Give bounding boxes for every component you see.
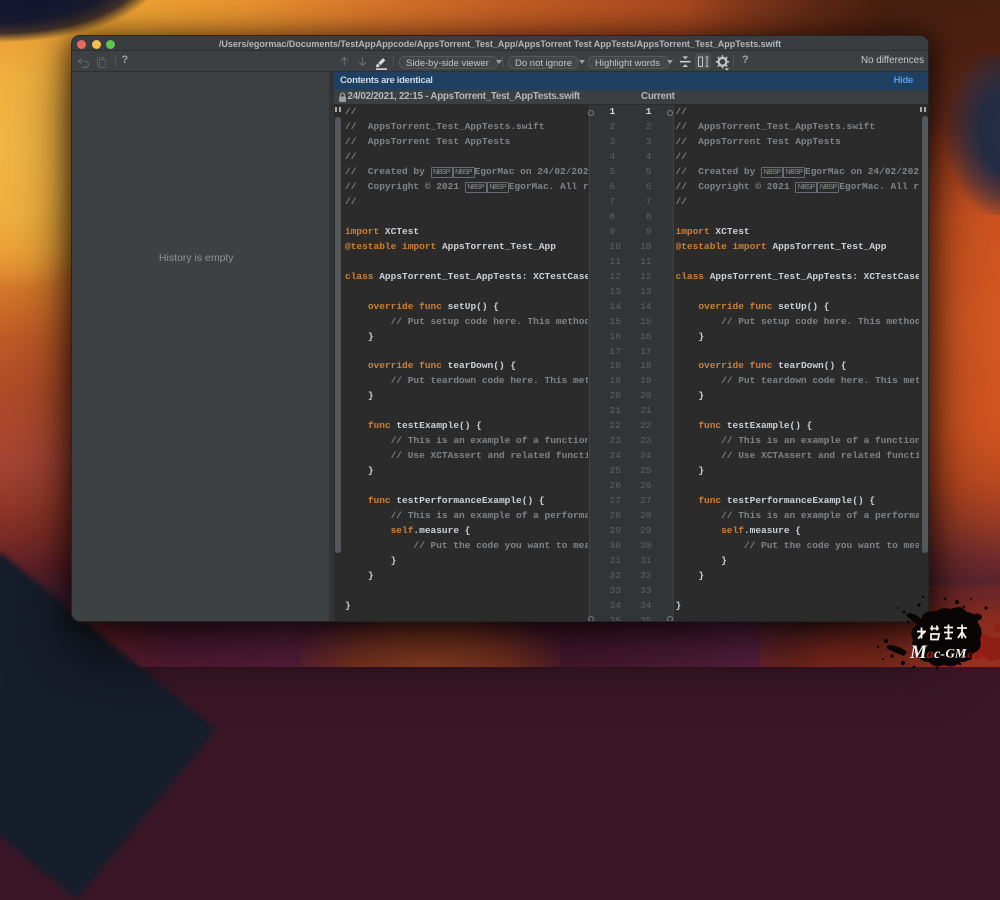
svg-text:.com: .com [965,651,984,661]
svg-text:GM: GM [946,646,967,661]
svg-text:c-: c- [934,647,945,662]
svg-text:M: M [909,642,928,663]
svg-text:a: a [927,647,934,662]
